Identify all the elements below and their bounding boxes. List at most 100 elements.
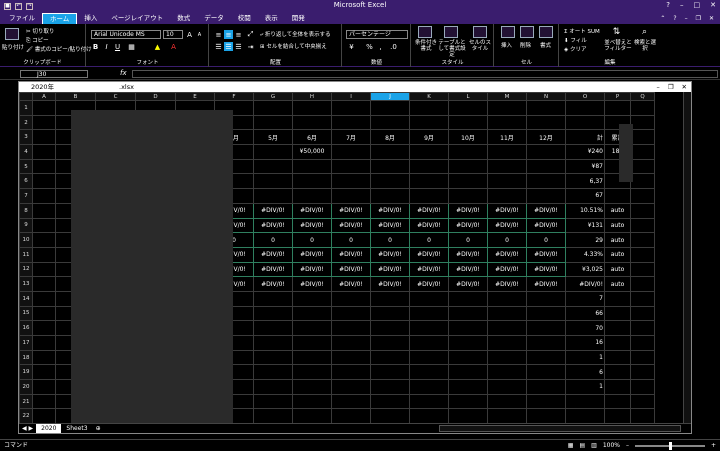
cell[interactable]: 0 [370,232,410,248]
cell[interactable] [292,305,332,322]
cell[interactable] [32,364,56,381]
cell[interactable]: #DIV/0! [370,261,410,278]
cell[interactable] [630,393,655,410]
cell[interactable] [487,320,527,336]
cell[interactable] [448,335,488,351]
cell[interactable]: 0 [253,232,293,248]
cell[interactable] [292,349,332,366]
cell[interactable] [448,144,488,160]
cell[interactable] [370,379,410,395]
row-header[interactable]: 10 [19,232,33,248]
column-header[interactable]: Q [630,92,655,101]
cell[interactable]: 8月 [370,129,410,146]
cell[interactable]: #DIV/0! [487,261,527,278]
cell[interactable]: 1 [565,349,605,366]
cell[interactable] [448,364,488,381]
cell[interactable] [32,379,56,395]
row-header[interactable]: 13 [19,276,33,292]
name-box[interactable]: J30 [20,70,88,78]
row-header[interactable]: 17 [19,335,33,351]
cell[interactable]: #DIV/0! [448,202,488,219]
cell[interactable] [630,232,655,248]
cell[interactable]: #DIV/0! [370,246,410,263]
close-icon[interactable]: ✕ [710,1,716,9]
zoom-in-icon[interactable]: + [711,440,716,451]
cell[interactable] [526,379,566,395]
cell[interactable] [370,158,410,175]
cell[interactable] [630,349,655,366]
cell[interactable] [409,290,449,307]
font-color-icon[interactable]: A [169,42,178,51]
cell[interactable] [630,379,655,395]
cell[interactable] [630,261,655,278]
row-header[interactable]: 3 [19,129,33,146]
row-header[interactable]: 2 [19,114,33,131]
wrap-text-button[interactable]: ⤶ 折り返して全体を表示する [260,30,331,39]
cell[interactable]: #DIV/0! [331,202,371,219]
wb-restore-icon[interactable]: ❐ [668,82,674,92]
sheet-tab-sheet3[interactable]: Sheet3 [61,424,92,433]
cell[interactable]: #DIV/0! [253,202,293,219]
cell[interactable] [565,114,605,131]
cell[interactable] [526,173,566,190]
cell[interactable] [448,188,488,204]
cell[interactable] [526,305,566,322]
column-header[interactable]: C [95,92,136,101]
cell[interactable] [32,276,56,292]
cell[interactable] [292,408,332,425]
cell[interactable]: 6 [565,364,605,381]
cell[interactable] [630,290,655,307]
cell[interactable] [292,173,332,190]
paste-icon[interactable] [5,28,19,40]
cell[interactable]: 1 [565,379,605,395]
delete-cells-button[interactable]: 削除 [520,41,531,49]
conditional-format-button[interactable]: 条件付き書式 [414,40,438,52]
cell[interactable] [253,144,293,160]
cell[interactable] [526,114,566,131]
zoom-level[interactable]: 100% [603,440,620,451]
cell[interactable] [630,246,655,263]
column-header[interactable]: M [487,92,527,101]
undo-icon[interactable]: ↶ [15,2,22,10]
cell[interactable]: #DIV/0! [292,276,332,292]
cell[interactable]: #DIV/0! [448,217,488,234]
cell[interactable]: ¥131 [565,217,605,234]
cell[interactable] [604,408,631,425]
cell[interactable] [448,393,488,410]
decimal-icon[interactable]: .0 [389,42,398,51]
cell[interactable]: #DIV/0! [526,217,566,234]
cell[interactable]: 7 [565,290,605,307]
cell[interactable]: #DIV/0! [253,261,293,278]
bold-icon[interactable]: B [91,42,100,51]
cell[interactable] [292,290,332,307]
redo-icon[interactable]: ↷ [26,2,33,10]
cell[interactable] [630,217,655,234]
cell[interactable] [292,158,332,175]
column-header[interactable]: N [526,92,566,101]
cell[interactable] [409,364,449,381]
cell[interactable]: ¥240 [565,144,605,160]
cell[interactable]: 7月 [331,129,371,146]
cell[interactable] [370,393,410,410]
cell[interactable] [32,305,56,322]
cell[interactable] [370,173,410,190]
format-table-button[interactable]: テーブルとして書式設定 [438,40,466,58]
zoom-slider[interactable] [634,441,705,450]
page-break-icon[interactable]: ▥ [591,440,597,451]
horizontal-scrollbar[interactable] [439,425,681,432]
column-header[interactable]: F [214,92,254,101]
cell-styles-button[interactable]: セルのスタイル [468,40,492,52]
cell[interactable]: auto [604,232,631,248]
cell[interactable] [630,202,655,219]
cell[interactable] [604,393,631,410]
cell[interactable] [253,158,293,175]
cell[interactable]: auto [604,261,631,278]
zoom-out-icon[interactable]: – [626,440,629,451]
help-icon[interactable]: ? [666,1,670,9]
maximize-icon[interactable]: □ [694,1,701,9]
comma-icon[interactable]: , [376,42,385,51]
new-sheet-icon[interactable]: ⊕ [93,425,104,432]
border-icon[interactable]: ▦ [127,42,136,51]
cell[interactable] [487,364,527,381]
increase-font-icon[interactable]: A [185,30,194,39]
